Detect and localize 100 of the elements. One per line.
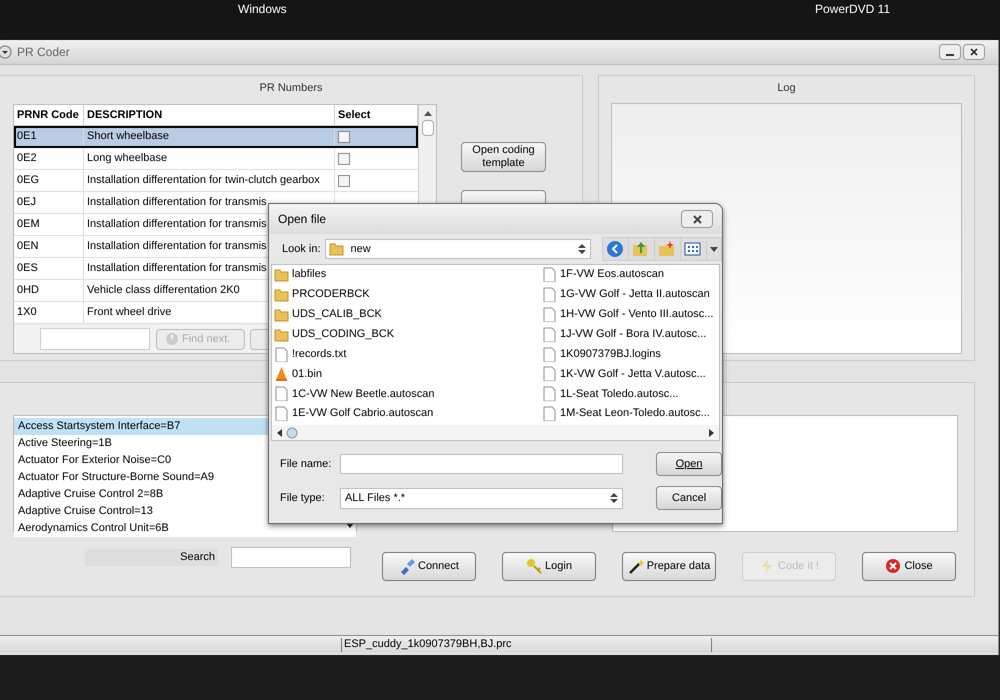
search-field[interactable]: [231, 547, 351, 568]
caret-icon: [710, 246, 718, 252]
checkbox[interactable]: [338, 152, 350, 164]
file-icon: [542, 366, 557, 382]
table-cell: Short wheelbase: [84, 126, 335, 147]
file-item[interactable]: 1J-VW Golf - Bora IV.autosc...: [540, 326, 720, 343]
close-icon: [970, 48, 978, 56]
field-label: Look in:: [282, 242, 321, 257]
scroll-thumb[interactable]: [422, 120, 434, 136]
table-row[interactable]: 0E1 Short wheelbase: [14, 126, 418, 148]
panel-title: Log: [777, 80, 796, 96]
file-name: 1L-Seat Toledo.autosc...: [560, 386, 678, 402]
file-icon: [542, 267, 557, 282]
file-name: 1F-VW Eos.autoscan: [560, 267, 664, 282]
minimize-button[interactable]: [939, 44, 961, 60]
table-cell: Installation differentation for twin-clutch gearbox: [84, 170, 335, 191]
open-template-button[interactable]: Open coding template: [461, 142, 546, 172]
file-name: 1C-VW New Beetle.autoscan: [292, 386, 434, 402]
file-icon: [542, 326, 557, 342]
horizontal-scroll-bar[interactable]: [272, 425, 719, 440]
close-icon: [885, 558, 902, 575]
spinner-arrows-icon: [578, 243, 586, 255]
table-row[interactable]: 0E2 Long wheelbase: [14, 148, 418, 170]
folder-icon: [274, 326, 289, 342]
action-button[interactable]: Login: [502, 552, 596, 581]
table-cell: 0EJ: [14, 192, 84, 213]
file-item[interactable]: 1L-Seat Toledo.autosc...: [540, 385, 720, 402]
file-name: 01.bin: [292, 366, 322, 382]
folder-icon: [274, 306, 289, 322]
table-cell: 0ES: [14, 258, 84, 279]
table-cell: Long wheelbase: [84, 148, 335, 169]
key-icon: [526, 558, 544, 575]
file-icon: [274, 406, 289, 422]
file-item[interactable]: 1H-VW Golf - Vento III.autosc...: [540, 306, 720, 323]
table-cell: 0E1: [14, 126, 84, 147]
scroll-right-icon: [709, 428, 714, 436]
look-in-dropdown[interactable]: new: [324, 239, 591, 259]
file-name: !records.txt: [292, 346, 346, 362]
field-label: File name:: [280, 456, 332, 472]
file-item[interactable]: !records.txt: [272, 346, 540, 362]
scroll-thumb-icon: [286, 426, 298, 438]
file-icon: [542, 286, 557, 302]
magic-wand-icon: [628, 558, 645, 575]
close-button[interactable]: [963, 44, 985, 60]
plug-icon: [399, 558, 416, 575]
list-item[interactable]: Aerodynamics Control Unit=6B: [14, 520, 356, 537]
file-item[interactable]: 1G-VW Golf - Jetta II.autoscan: [540, 286, 720, 303]
dialog-title: Open file: [278, 211, 326, 228]
close-button[interactable]: [681, 210, 713, 228]
checkbox[interactable]: [338, 174, 350, 186]
status-text: ESP_cuddy_1k0907379BH,BJ.prc: [341, 638, 712, 652]
close-icon: [692, 214, 702, 224]
file-name-field[interactable]: [340, 454, 624, 474]
dropdown-value: new: [350, 242, 371, 257]
action-button[interactable]: Close: [862, 552, 956, 581]
action-button[interactable]: Connect: [382, 552, 476, 581]
search-field[interactable]: [40, 328, 150, 350]
folder-icon: [274, 267, 289, 282]
file-icon: [274, 346, 289, 362]
file-name: 1H-VW Golf - Vento III.autosc...: [560, 307, 714, 322]
action-button[interactable]: Prepare data: [622, 552, 716, 581]
file-item[interactable]: 1M-Seat Leon-Toledo.autosc...: [540, 405, 720, 422]
file-name: 1G-VW Golf - Jetta II.autoscan: [560, 287, 710, 302]
file-type-dropdown[interactable]: ALL Files *.*: [340, 488, 624, 508]
table-cell: 0EG: [14, 170, 84, 191]
menu-icon: [0, 45, 12, 59]
file-item[interactable]: 1K-VW Golf - Jetta V.autosc...: [540, 365, 720, 382]
view-menu-icon: [684, 240, 702, 258]
table-cell: 0EM: [14, 214, 84, 235]
table-row[interactable]: 0EG Installation differentation for twin-clutch gearbox: [14, 170, 418, 192]
file-icon: [542, 406, 557, 422]
file-name: 1M-Seat Leon-Toledo.autosc...: [560, 406, 710, 422]
cancel-button[interactable]: Cancel: [656, 486, 722, 510]
file-name: 1K-VW Golf - Jetta V.autosc...: [560, 366, 706, 382]
desktop-label[interactable]: Windows: [238, 0, 287, 18]
checkbox[interactable]: [338, 130, 350, 142]
table-cell: 0E2: [14, 148, 84, 169]
file-name: 1J-VW Golf - Bora IV.autosc...: [560, 326, 706, 342]
spinner-arrows-icon: [610, 492, 618, 504]
open-button[interactable]: Open: [656, 452, 722, 476]
table-cell: 0EN: [14, 236, 84, 257]
scroll-up-icon: [424, 110, 432, 116]
file-item[interactable]: UDS_CODING_BCK: [272, 326, 540, 343]
file-item[interactable]: 1C-VW New Beetle.autoscan: [272, 385, 540, 402]
back-icon: [606, 240, 624, 258]
desktop-label[interactable]: PowerDVD 11: [815, 0, 890, 18]
file-item[interactable]: 1K0907379BJ.logins: [540, 346, 720, 362]
panel-title: PR Numbers: [260, 80, 322, 96]
search-label: Search: [85, 549, 218, 566]
power-icon: [165, 332, 179, 346]
file-item[interactable]: 01.bin: [272, 365, 540, 382]
window-title: PR Coder: [17, 44, 70, 61]
column-header[interactable]: Select: [335, 105, 418, 125]
folder-icon: [274, 286, 289, 302]
field-label: File type:: [280, 490, 326, 506]
cone-icon: [274, 366, 289, 382]
file-item[interactable]: 1F-VW Eos.autoscan: [540, 266, 720, 283]
file-icon: [542, 346, 557, 362]
file-icon: [542, 386, 557, 402]
table-cell: 1X0: [14, 302, 84, 323]
